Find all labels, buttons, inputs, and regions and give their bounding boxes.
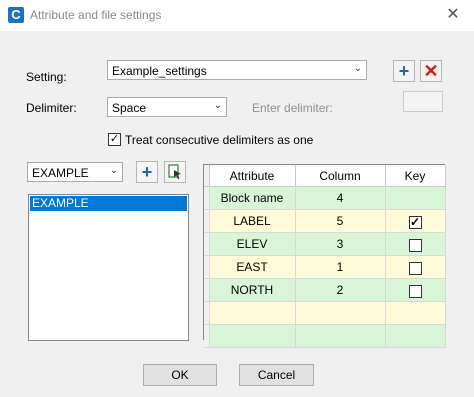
column-cell[interactable]: 4 [295,186,386,210]
app-logo-icon: C [8,7,24,23]
add-block-button[interactable]: + [136,161,158,183]
consecutive-label: Treat consecutive delimiters as one [125,133,314,147]
table-row-empty[interactable] [204,301,446,325]
list-item[interactable]: EXAMPLE [30,196,187,211]
attribute-cell[interactable]: NORTH [209,278,296,302]
setting-value: Example_settings [112,64,207,78]
plus-icon: + [141,162,153,182]
chevron-down-icon: ⌄ [353,63,362,74]
window-title: Attribute and file settings [30,8,162,22]
close-icon[interactable]: ✕ [441,5,465,25]
attribute-cell[interactable]: LABEL [209,209,296,233]
key-cell [385,186,446,210]
table-row[interactable]: NORTH 2 [204,278,446,302]
key-cell: ✓ [385,209,446,233]
table-row[interactable]: ELEV 3 [204,232,446,256]
attribute-table[interactable]: Attribute Column Key Block name 4 LABEL … [203,164,446,348]
key-checkbox[interactable] [408,284,422,298]
key-checkbox[interactable] [408,261,422,275]
key-checkbox[interactable]: ✓ [408,215,422,229]
enter-delimiter-input[interactable] [403,91,443,112]
setting-label: Setting: [26,70,67,84]
table-row[interactable]: EAST 1 [204,255,446,279]
table-row[interactable]: LABEL 5 ✓ [204,209,446,233]
block-dropdown[interactable]: EXAMPLE ⌄ [27,162,123,182]
attribute-cell[interactable]: ELEV [209,232,296,256]
select-block-button[interactable] [164,161,186,183]
block-list[interactable]: EXAMPLE [28,194,189,341]
attribute-cell[interactable]: Block name [209,186,296,210]
plus-icon: + [398,61,410,81]
chevron-down-icon: ⌄ [109,165,118,176]
block-value: EXAMPLE [32,166,89,180]
column-cell[interactable]: 2 [295,278,386,302]
column-cell[interactable]: 1 [295,255,386,279]
add-setting-button[interactable]: + [393,60,415,82]
key-cell [385,278,446,302]
chevron-down-icon: ⌄ [213,100,222,111]
cancel-button[interactable]: Cancel [239,364,314,386]
key-cell [385,232,446,256]
delimiter-value: Space [112,101,147,115]
column-cell[interactable]: 3 [295,232,386,256]
ok-button[interactable]: OK [143,364,217,386]
enter-delimiter-label: Enter delimiter: [252,101,333,115]
header-attribute[interactable]: Attribute [209,165,296,187]
title-bar: C Attribute and file settings ✕ [0,0,474,31]
select-from-drawing-icon [168,164,181,180]
consecutive-checkbox[interactable]: ✓ [108,133,121,146]
table-row-empty[interactable] [204,324,446,348]
attribute-cell[interactable]: EAST [209,255,296,279]
delimiter-label: Delimiter: [26,101,77,115]
header-column[interactable]: Column [295,165,386,187]
delete-setting-button[interactable]: ✕ [420,60,442,82]
setting-dropdown[interactable]: Example_settings ⌄ [107,60,367,80]
table-row[interactable]: Block name 4 [204,186,446,210]
header-key[interactable]: Key [385,165,446,187]
key-checkbox[interactable] [408,238,422,252]
key-cell [385,255,446,279]
delimiter-dropdown[interactable]: Space ⌄ [107,97,227,117]
delete-icon: ✕ [423,61,439,81]
column-cell[interactable]: 5 [295,209,386,233]
